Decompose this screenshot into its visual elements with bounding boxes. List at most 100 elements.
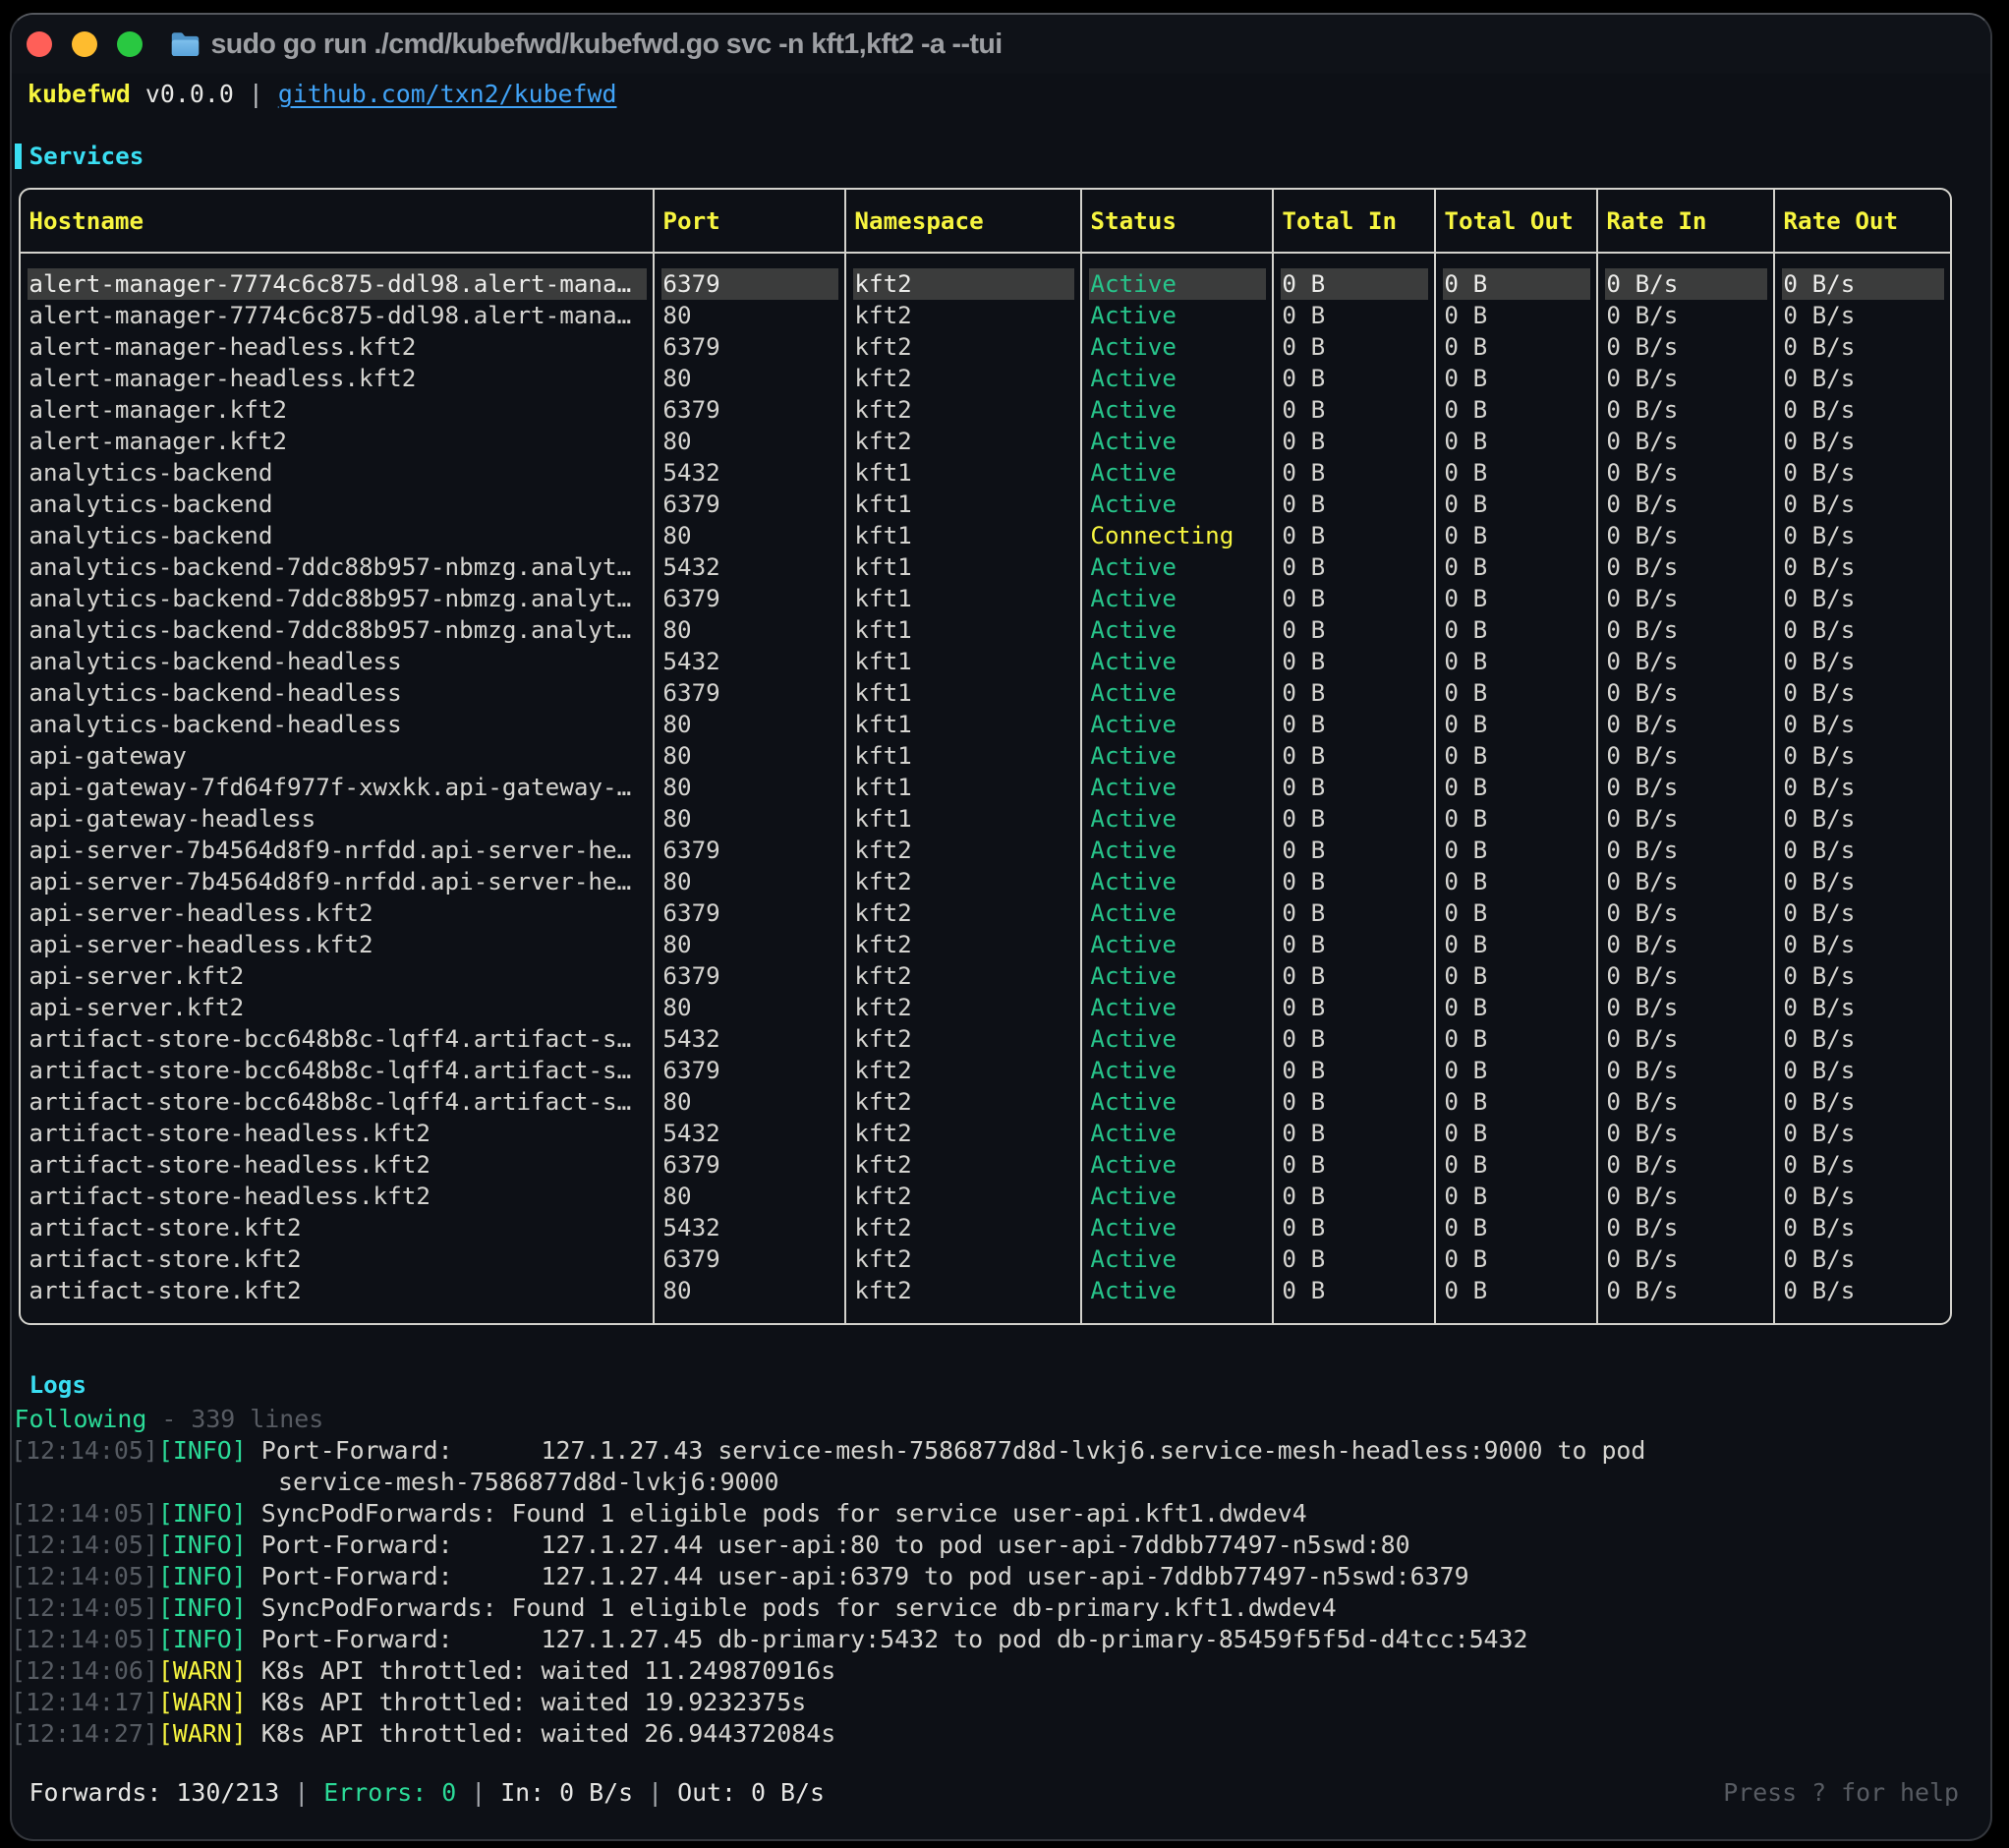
cell-total-in: 0 B (1281, 960, 1428, 992)
table-row[interactable]: api-gateway-headless80kft1Active0 B0 B0 … (21, 803, 1950, 835)
cell-total-out: 0 B (1443, 929, 1590, 960)
table-row[interactable]: api-server-headless.kft280kft2Active0 B0… (21, 929, 1950, 960)
cell-status: Active (1089, 1023, 1266, 1055)
cell-namespace: kft1 (853, 646, 1074, 677)
cell-namespace: kft1 (853, 677, 1074, 709)
table-row[interactable]: analytics-backend-headless6379kft1Active… (21, 677, 1950, 709)
cell-namespace: kft2 (853, 835, 1074, 866)
cell-port: 80 (661, 1181, 838, 1212)
cell-hostname: alert-manager-7774c6c875-ddl98.alert-man… (28, 268, 647, 300)
column-header-status[interactable]: Status (1089, 205, 1266, 237)
cell-total-out: 0 B (1443, 457, 1590, 489)
cell-namespace: kft2 (853, 1086, 1074, 1118)
table-row[interactable]: alert-manager-7774c6c875-ddl98.alert-man… (21, 300, 1950, 331)
cell-total-in: 0 B (1281, 709, 1428, 740)
table-row[interactable]: artifact-store.kft26379kft2Active0 B0 B0… (21, 1243, 1950, 1275)
cell-total-out: 0 B (1443, 394, 1590, 426)
cell-rate-out: 0 B/s (1782, 992, 1944, 1023)
table-header-separator (21, 252, 1950, 254)
table-row[interactable]: artifact-store-headless.kft280kft2Active… (21, 1181, 1950, 1212)
column-header-total-out[interactable]: Total Out (1443, 205, 1590, 237)
cell-status: Active (1089, 1149, 1266, 1181)
column-header-port[interactable]: Port (661, 205, 838, 237)
cell-total-out: 0 B (1443, 740, 1590, 772)
table-row[interactable]: analytics-backend-headless80kft1Active0 … (21, 709, 1950, 740)
table-row[interactable]: analytics-backend-7ddc88b957-nbmzg.analy… (21, 614, 1950, 646)
titlebar[interactable]: sudo go run ./cmd/kubefwd/kubefwd.go svc… (12, 15, 1990, 74)
table-row[interactable]: artifact-store-bcc648b8c-lqff4.artifact-… (21, 1023, 1950, 1055)
column-header-hostname[interactable]: Hostname (28, 205, 647, 237)
cell-status: Active (1089, 866, 1266, 897)
table-row[interactable]: artifact-store.kft280kft2Active0 B0 B0 B… (21, 1275, 1950, 1306)
cell-rate-out: 0 B/s (1782, 520, 1944, 551)
cell-hostname: api-server-headless.kft2 (28, 897, 647, 929)
cell-namespace: kft2 (853, 1275, 1074, 1306)
table-row[interactable]: alert-manager-headless.kft26379kft2Activ… (21, 331, 1950, 363)
cell-namespace: kft2 (853, 1023, 1074, 1055)
cell-total-in: 0 B (1281, 677, 1428, 709)
cell-total-out: 0 B (1443, 1275, 1590, 1306)
table-row[interactable]: alert-manager-7774c6c875-ddl98.alert-man… (21, 268, 1950, 300)
repo-link[interactable]: github.com/txn2/kubefwd (278, 80, 617, 108)
cell-total-out: 0 B (1443, 992, 1590, 1023)
table-row[interactable]: api-server.kft280kft2Active0 B0 B0 B/s0 … (21, 992, 1950, 1023)
cell-total-in: 0 B (1281, 300, 1428, 331)
cell-rate-in: 0 B/s (1605, 583, 1767, 614)
cell-hostname: analytics-backend-headless (28, 646, 647, 677)
table-row[interactable]: analytics-backend-7ddc88b957-nbmzg.analy… (21, 583, 1950, 614)
cell-namespace: kft2 (853, 331, 1074, 363)
table-row[interactable]: alert-manager-headless.kft280kft2Active0… (21, 363, 1950, 394)
services-table: Hostname Port Namespace Status Total In Total… (19, 188, 1952, 1325)
cell-port: 6379 (661, 583, 838, 614)
log-timestamp: [12:14:05] (11, 1499, 158, 1528)
zoom-button[interactable] (117, 31, 143, 57)
cell-rate-out: 0 B/s (1782, 457, 1944, 489)
column-header-total-in[interactable]: Total In (1281, 205, 1428, 237)
close-button[interactable] (27, 31, 52, 57)
table-row[interactable]: alert-manager.kft280kft2Active0 B0 B0 B/… (21, 426, 1950, 457)
cell-namespace: kft2 (853, 426, 1074, 457)
log-level-badge: [WARN] (158, 1656, 247, 1685)
cell-port: 80 (661, 614, 838, 646)
log-level-badge: [INFO] (158, 1562, 247, 1590)
cell-total-in: 0 B (1281, 835, 1428, 866)
cell-total-in: 0 B (1281, 457, 1428, 489)
table-row[interactable]: analytics-backend-headless5432kft1Active… (21, 646, 1950, 677)
cell-hostname: artifact-store-bcc648b8c-lqff4.artifact-… (28, 1023, 647, 1055)
log-message: SyncPodForwards: Found 1 eligible pods f… (247, 1593, 1337, 1622)
cell-rate-out: 0 B/s (1782, 1023, 1944, 1055)
cell-rate-in: 0 B/s (1605, 520, 1767, 551)
cell-hostname: artifact-store-bcc648b8c-lqff4.artifact-… (28, 1086, 647, 1118)
services-title: Services (29, 141, 144, 172)
column-header-rate-in[interactable]: Rate In (1605, 205, 1767, 237)
table-row[interactable]: analytics-backend5432kft1Active0 B0 B0 B… (21, 457, 1950, 489)
table-row[interactable]: analytics-backend80kft1Connecting0 B0 B0… (21, 520, 1950, 551)
table-row[interactable]: api-server-7b4564d8f9-nrfdd.api-server-h… (21, 835, 1950, 866)
table-row[interactable]: artifact-store-headless.kft26379kft2Acti… (21, 1149, 1950, 1181)
table-row[interactable]: artifact-store.kft25432kft2Active0 B0 B0… (21, 1212, 1950, 1243)
cell-total-out: 0 B (1443, 803, 1590, 835)
table-row[interactable]: analytics-backend-7ddc88b957-nbmzg.analy… (21, 551, 1950, 583)
column-header-rate-out[interactable]: Rate Out (1782, 205, 1944, 237)
table-row[interactable]: artifact-store-bcc648b8c-lqff4.artifact-… (21, 1086, 1950, 1118)
log-timestamp: [12:14:05] (11, 1625, 158, 1653)
cell-total-in: 0 B (1281, 772, 1428, 803)
cell-port: 80 (661, 1275, 838, 1306)
table-row[interactable]: artifact-store-headless.kft25432kft2Acti… (21, 1118, 1950, 1149)
table-row[interactable]: api-gateway80kft1Active0 B0 B0 B/s0 B/s (21, 740, 1950, 772)
table-row[interactable]: api-server.kft26379kft2Active0 B0 B0 B/s… (21, 960, 1950, 992)
table-row[interactable]: analytics-backend6379kft1Active0 B0 B0 B… (21, 489, 1950, 520)
cell-rate-out: 0 B/s (1782, 331, 1944, 363)
table-row[interactable]: api-server-headless.kft26379kft2Active0 … (21, 897, 1950, 929)
column-header-namespace[interactable]: Namespace (853, 205, 1074, 237)
table-row[interactable]: api-gateway-7fd64f977f-xwxkk.api-gateway… (21, 772, 1950, 803)
cell-total-out: 0 B (1443, 1243, 1590, 1275)
cell-rate-out: 0 B/s (1782, 709, 1944, 740)
table-row[interactable]: api-server-7b4564d8f9-nrfdd.api-server-h… (21, 866, 1950, 897)
cell-status: Active (1089, 1275, 1266, 1306)
cell-port: 6379 (661, 835, 838, 866)
minimize-button[interactable] (72, 31, 97, 57)
table-row[interactable]: artifact-store-bcc648b8c-lqff4.artifact-… (21, 1055, 1950, 1086)
cell-total-in: 0 B (1281, 897, 1428, 929)
table-row[interactable]: alert-manager.kft26379kft2Active0 B0 B0 … (21, 394, 1950, 426)
